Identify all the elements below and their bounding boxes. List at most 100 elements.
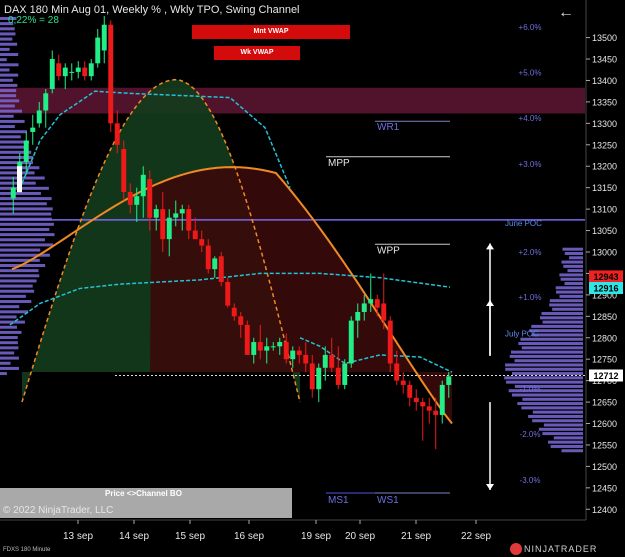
y-tick-label: 13500 [592, 33, 617, 43]
volume-profile-bar-right [504, 376, 583, 380]
x-tick-label: 16 sep [234, 531, 264, 542]
y-tick-label: 13100 [592, 205, 617, 215]
volume-profile-bar-left [0, 341, 18, 345]
candle-body [69, 71, 75, 73]
x-tick-label: 14 sep [119, 531, 149, 542]
x-tick-label: 22 sep [461, 531, 491, 542]
candle-body [56, 63, 62, 77]
volume-profile-bar-left [0, 269, 39, 273]
volume-profile-bar-right [562, 247, 583, 251]
volume-profile-bar-left [0, 351, 15, 355]
candle-body [225, 282, 231, 306]
volume-profile-bar-right [564, 282, 583, 286]
y-tick-label: 13150 [592, 183, 617, 193]
candle-body [290, 350, 296, 360]
y-tick-label: 12800 [592, 333, 617, 343]
mnt-vwap-button[interactable]: Mnt VWAP [192, 25, 350, 39]
volume-profile-bar-left [0, 114, 14, 118]
percent-level-label: -3.0% [520, 476, 541, 485]
volume-profile-bar-right [531, 324, 583, 328]
volume-profile-bar-left [0, 63, 19, 67]
volume-profile-bar-left [0, 53, 19, 57]
y-tick-label: 12400 [592, 505, 617, 515]
candle-body [309, 363, 315, 390]
candle-body [244, 324, 250, 355]
volume-profile-bar-right [531, 333, 583, 337]
percent-level-label: +3.0% [519, 160, 542, 169]
volume-profile-bar-left [0, 361, 11, 365]
candle-body [387, 320, 393, 364]
volume-profile-bar-right [542, 432, 583, 436]
wk-vwap-button[interactable]: Wk VWAP [214, 46, 300, 60]
volume-profile-bar-left [0, 310, 29, 314]
candle-body [173, 213, 179, 218]
july-poc-label: July POC [505, 329, 539, 338]
chart-subtitle: 0,22% = 28 [8, 15, 59, 26]
y-tick-label: 13250 [592, 140, 617, 150]
candle-body [30, 127, 36, 132]
candle-body [374, 299, 380, 308]
volume-profile-bar-right [549, 303, 583, 307]
volume-profile-bar-left [0, 202, 47, 206]
volume-profile-bar-right [561, 260, 583, 264]
volume-profile-bar-left [0, 253, 50, 257]
volume-profile-bar-left [0, 58, 7, 62]
volume-profile-bar-right [559, 294, 583, 298]
candle-body [179, 209, 185, 214]
candle-body [88, 63, 94, 77]
y-tick-label: 13050 [592, 226, 617, 236]
volume-profile-bar-right [506, 380, 583, 384]
level-label-mpp: MPP [328, 158, 350, 169]
volume-profile-bar-right [555, 286, 583, 290]
volume-profile-bar-right [561, 449, 583, 453]
volume-profile-bar-right [564, 251, 583, 255]
y-tick-label: 13000 [592, 247, 617, 257]
volume-profile-bar-left [0, 212, 52, 216]
volume-profile-bar-right [553, 436, 583, 440]
candle-body [316, 367, 322, 390]
x-tick-label: 21 sep [401, 531, 431, 542]
volume-profile-bar-right [505, 367, 583, 371]
candle-body [212, 258, 218, 270]
volume-profile-bar-left [0, 47, 10, 51]
volume-profile-bar-left [0, 336, 18, 340]
volume-profile-bar-right [521, 346, 583, 350]
candle-body [205, 245, 211, 270]
volume-profile-bar-left [0, 125, 15, 129]
candle-body [303, 354, 309, 364]
candle-body [199, 239, 205, 246]
volume-profile-bar-left [0, 284, 33, 288]
candle-body [75, 67, 81, 72]
level-label-ws1: WS1 [377, 495, 399, 506]
candle-body [433, 410, 439, 415]
volume-profile-bar-right [559, 273, 583, 277]
volume-profile-bar-left [0, 191, 41, 195]
price-chart[interactable]: WR1 MPP WPP MS1 WS1 13500 13450 13400 13350 1330… [0, 0, 625, 557]
volume-profile-bar-left [0, 89, 17, 93]
volume-profile-bar-left [0, 32, 16, 36]
price-tag-label: 12943 [593, 272, 618, 282]
ninjatrader-logo-icon [510, 543, 522, 555]
volume-profile-bar-right [511, 393, 583, 397]
percent-level-label: +2.0% [519, 248, 542, 257]
candle-body [36, 110, 42, 124]
volume-profile-bar-right [510, 350, 583, 354]
candle-body [283, 342, 289, 360]
y-tick-label: 13200 [592, 162, 617, 172]
candle-body [439, 384, 445, 415]
volume-profile-bar-left [0, 176, 45, 180]
candle-body [355, 312, 361, 321]
percent-level-label: +4.0% [519, 114, 542, 123]
volume-profile-bar-left [0, 279, 37, 283]
instrument-label: FDXS 180 Minute [3, 547, 51, 553]
volume-profile-bar-left [0, 109, 23, 113]
volume-profile-bar-right [528, 414, 583, 418]
back-arrow-icon[interactable]: ← [558, 4, 574, 22]
brand-label: NINJATRADER [524, 544, 598, 554]
candle-body [127, 191, 133, 205]
volume-profile-bar-right [518, 342, 583, 346]
volume-profile-bar-left [0, 356, 19, 360]
volume-profile-bar-left [0, 330, 22, 334]
candle-body [296, 350, 302, 355]
candle-body [147, 179, 153, 218]
